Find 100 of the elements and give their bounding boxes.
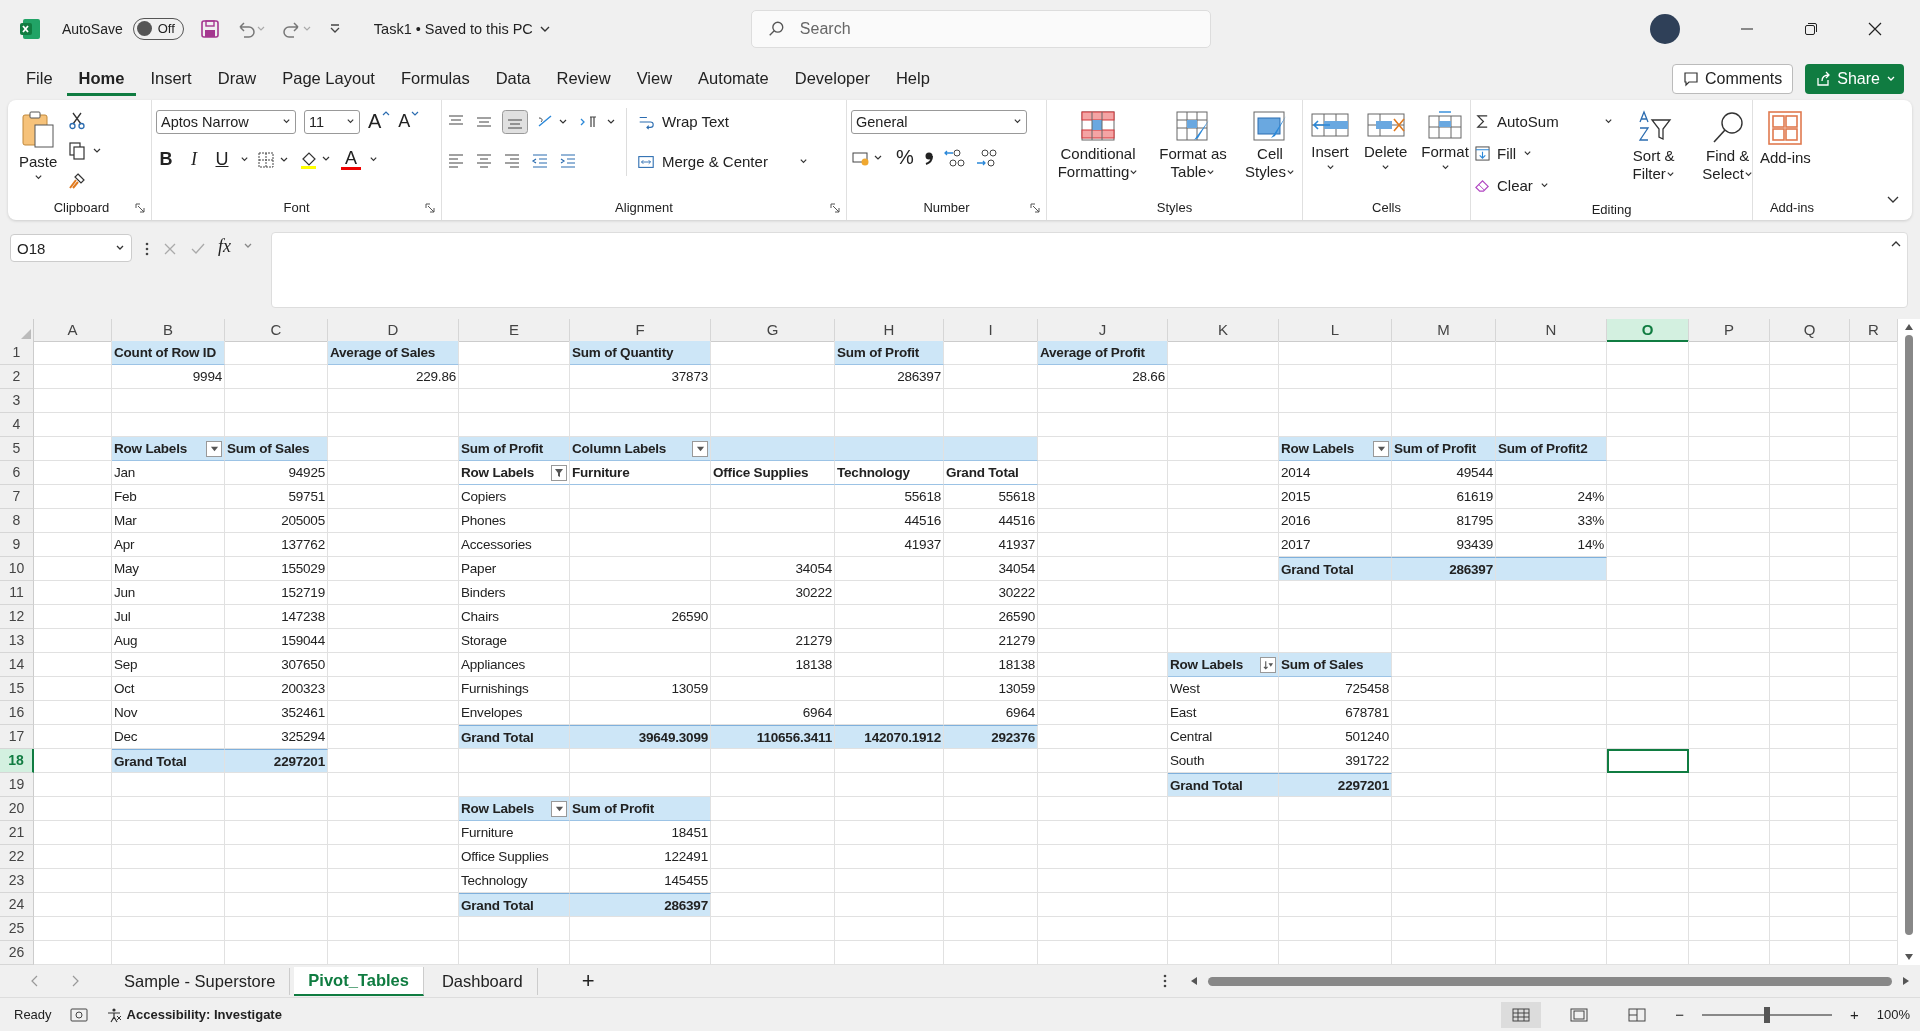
zoom-out-button[interactable]: − <box>1675 1006 1684 1024</box>
cells-button[interactable]: Format <box>1418 107 1472 174</box>
document-title[interactable]: Task1 • Saved to this PC <box>373 20 551 37</box>
copy-icon[interactable] <box>68 141 103 160</box>
align-bottom-icon[interactable] <box>502 109 528 134</box>
zoom-in-button[interactable]: + <box>1850 1006 1859 1024</box>
column-header[interactable]: A <box>34 319 112 343</box>
row-header[interactable]: 14 <box>0 653 34 678</box>
row-header[interactable]: 8 <box>0 509 34 534</box>
restore-icon[interactable] <box>1804 21 1818 36</box>
ribbon-tab[interactable]: Automate <box>686 61 781 97</box>
comments-button[interactable]: Comments <box>1671 63 1794 94</box>
avatar[interactable] <box>1650 13 1680 44</box>
row-header[interactable]: 7 <box>0 485 34 510</box>
sheet-tab[interactable]: Dashboard <box>427 967 538 995</box>
scroll-right-icon[interactable] <box>1902 976 1910 987</box>
dropdown-button[interactable] <box>551 800 567 817</box>
sheet-tab[interactable]: Pivot_Tables <box>294 966 424 996</box>
column-header[interactable]: M <box>1392 319 1496 343</box>
font-size-field[interactable]: 11 <box>304 109 360 134</box>
decrease-decimal-icon[interactable] <box>975 146 999 169</box>
scroll-left-icon[interactable] <box>1190 976 1198 987</box>
dropdown-button[interactable] <box>1373 440 1389 457</box>
row-header[interactable]: 4 <box>0 413 34 438</box>
ribbon-tab[interactable]: Page Layout <box>270 61 387 97</box>
scroll-thumb[interactable] <box>1905 335 1913 936</box>
ribbon-tab[interactable]: Home <box>66 61 137 97</box>
ribbon-tab[interactable]: View <box>624 61 685 97</box>
zoom-level[interactable]: 100% <box>1876 1007 1910 1023</box>
more-options-icon[interactable] <box>1162 973 1168 990</box>
ribbon-tab[interactable]: File <box>14 61 65 97</box>
row-header[interactable]: 21 <box>0 821 34 846</box>
active-cell[interactable] <box>1607 749 1689 774</box>
ribbon-tab[interactable]: Draw <box>205 61 269 97</box>
column-header[interactable]: P <box>1689 319 1770 343</box>
shrink-font-button[interactable]: A <box>398 111 420 133</box>
sheet-tab[interactable]: Sample - Superstore <box>110 967 291 995</box>
zoom-slider-thumb[interactable] <box>1764 1006 1770 1023</box>
row-header[interactable]: 17 <box>0 725 34 750</box>
row-header[interactable]: 1 <box>0 341 34 366</box>
row-header[interactable]: 24 <box>0 893 34 918</box>
row-header[interactable]: 10 <box>0 557 34 582</box>
row-header[interactable]: 11 <box>0 581 34 606</box>
search-field[interactable]: Search <box>750 9 1211 48</box>
styles-button[interactable]: Format as Table <box>1153 107 1233 183</box>
autosum-button[interactable]: AutoSum <box>1475 107 1613 136</box>
row-header[interactable]: 19 <box>0 773 34 798</box>
scroll-up-icon[interactable] <box>1904 323 1914 332</box>
merge-center-button[interactable]: Merge & Center <box>637 147 808 176</box>
row-header[interactable]: 3 <box>0 389 34 414</box>
view-button[interactable] <box>1501 1001 1542 1028</box>
formula-field[interactable] <box>271 232 1908 309</box>
column-header[interactable]: N <box>1496 319 1607 343</box>
dialog-launcher-icon[interactable] <box>830 202 840 213</box>
ribbon-tab[interactable]: Help <box>883 61 942 97</box>
dialog-launcher-icon[interactable] <box>135 202 145 213</box>
insert-function-button[interactable]: fx <box>218 236 231 258</box>
column-header[interactable]: R <box>1850 319 1898 343</box>
row-header[interactable]: 18 <box>0 749 34 774</box>
column-header[interactable]: K <box>1168 319 1279 343</box>
cells-button[interactable]: Delete <box>1361 107 1411 174</box>
number-format-field[interactable]: General <box>851 109 1027 134</box>
ribbon-tab[interactable]: Formulas <box>388 61 482 97</box>
styles-button[interactable]: Conditional Formatting <box>1051 107 1145 183</box>
grow-font-button[interactable]: A <box>368 110 391 134</box>
underline-button[interactable]: U <box>212 149 232 171</box>
row-header[interactable]: 20 <box>0 797 34 822</box>
dropdown-button[interactable] <box>692 440 708 457</box>
wrap-text-button[interactable]: Wrap Text <box>637 107 808 136</box>
column-header[interactable]: Q <box>1770 319 1850 343</box>
row-header[interactable]: 26 <box>0 941 34 966</box>
column-header[interactable]: C <box>225 319 328 343</box>
cells-button[interactable]: Insert <box>1307 107 1353 174</box>
column-header[interactable]: I <box>944 319 1038 343</box>
scroll-down-icon[interactable] <box>1904 953 1914 962</box>
add-sheet-button[interactable]: + <box>581 968 595 995</box>
name-box[interactable]: O18 <box>10 234 132 263</box>
row-header[interactable]: 12 <box>0 605 34 630</box>
font-color-button[interactable]: A <box>341 149 361 171</box>
row-header[interactable]: 25 <box>0 917 34 942</box>
row-header[interactable]: 16 <box>0 701 34 726</box>
bold-button[interactable]: B <box>156 149 176 171</box>
scissors-icon[interactable] <box>68 111 87 130</box>
close-icon[interactable] <box>1868 21 1882 36</box>
row-header[interactable]: 2 <box>0 365 34 390</box>
styles-button[interactable]: Cell Styles <box>1241 107 1299 183</box>
sort-button[interactable] <box>1260 656 1276 673</box>
increase-decimal-icon[interactable] <box>943 146 967 169</box>
font-family-field[interactable]: Aptos Narrow <box>156 109 296 134</box>
macro-recording-icon[interactable] <box>69 1006 88 1023</box>
filter-button[interactable] <box>551 464 567 481</box>
ribbon-tab[interactable]: Developer <box>782 61 882 97</box>
row-header[interactable]: 5 <box>0 437 34 462</box>
row-header[interactable]: 22 <box>0 845 34 870</box>
dialog-launcher-icon[interactable] <box>1030 202 1040 213</box>
column-header[interactable]: L <box>1279 319 1392 343</box>
fill-button[interactable]: Fill <box>1475 139 1613 168</box>
column-header[interactable]: E <box>459 319 570 343</box>
row-header[interactable]: 6 <box>0 461 34 486</box>
column-header[interactable]: G <box>711 319 835 343</box>
